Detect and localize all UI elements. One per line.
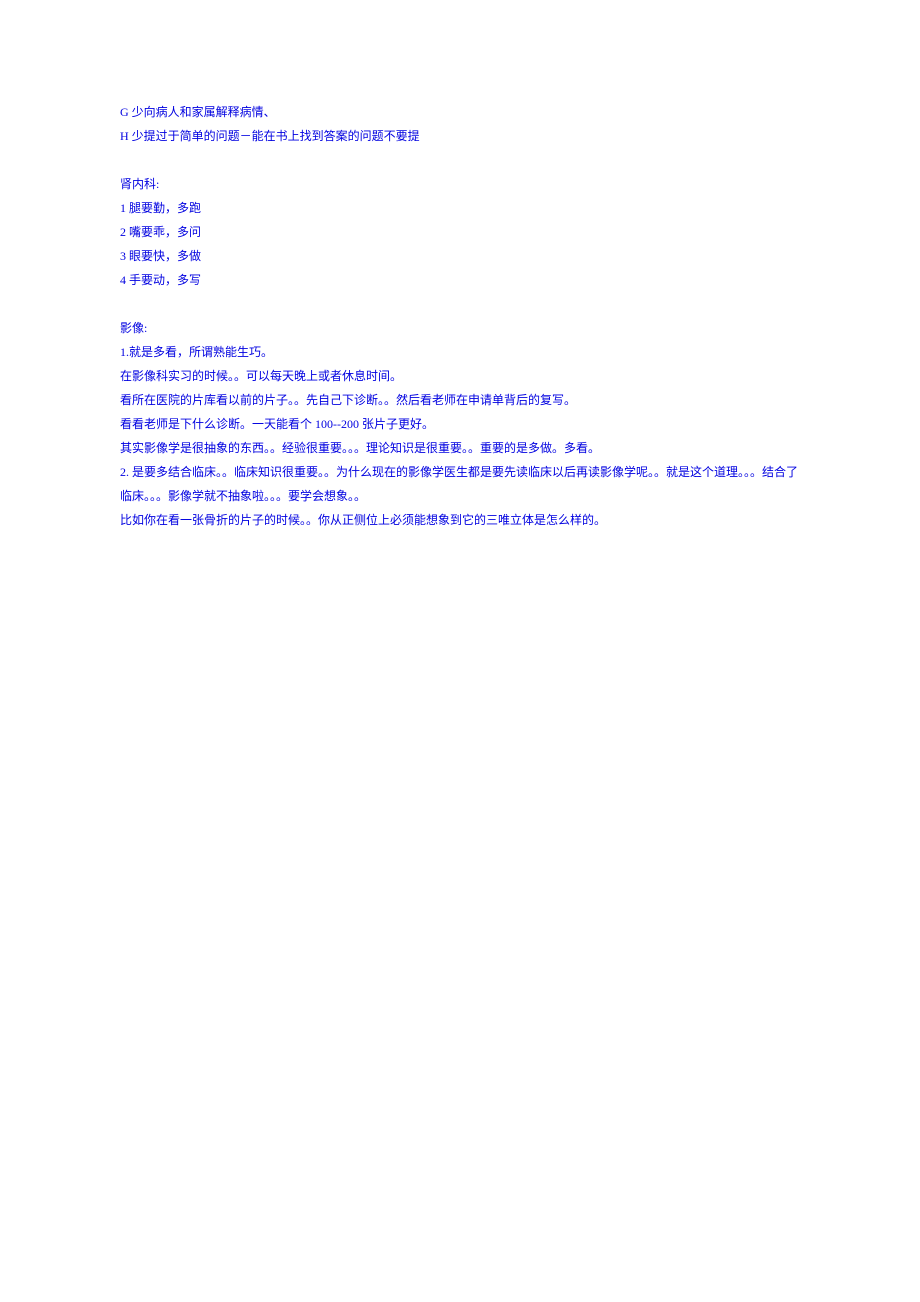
document-body: G 少向病人和家属解释病情、 H 少提过于简单的问题－能在书上找到答案的问题不要… [120,100,800,532]
text-line: 2 嘴要乖，多问 [120,220,800,244]
text-line: 3 眼要快，多做 [120,244,800,268]
text-line: 4 手要动，多写 [120,268,800,292]
section-heading: 肾内科: [120,172,800,196]
section-heading: 影像: [120,316,800,340]
blank-line [120,148,800,172]
text-line: 1 腿要勤，多跑 [120,196,800,220]
blank-line [120,292,800,316]
text-line: 看所在医院的片库看以前的片子。。先自己下诊断。。然后看老师在申请单背后的复写。 [120,388,800,412]
text-line: 1.就是多看，所谓熟能生巧。 [120,340,800,364]
text-line: G 少向病人和家属解释病情、 [120,100,800,124]
text-line: 在影像科实习的时候。。可以每天晚上或者休息时间。 [120,364,800,388]
text-line: 看看老师是下什么诊断。一天能看个 100--200 张片子更好。 [120,412,800,436]
text-line: 其实影像学是很抽象的东西。。经验很重要。。。理论知识是很重要。。重要的是多做。多… [120,436,800,460]
text-line: 比如你在看一张骨折的片子的时候。。你从正侧位上必须能想象到它的三唯立体是怎么样的… [120,508,800,532]
text-line: 2. 是要多结合临床。。临床知识很重要。。为什么现在的影像学医生都是要先读临床以… [120,460,800,508]
text-line: H 少提过于简单的问题－能在书上找到答案的问题不要提 [120,124,800,148]
